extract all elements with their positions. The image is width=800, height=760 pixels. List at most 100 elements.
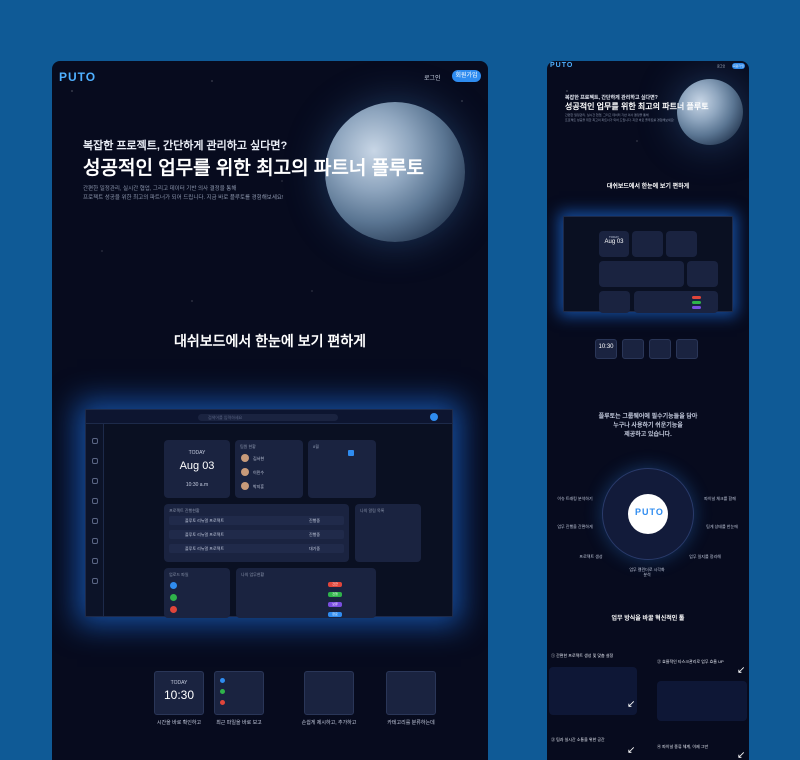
table-row[interactable]: 플루토 리뉴얼 프로젝트 진행중 — [169, 516, 344, 525]
files-title: 업로드 파일 — [169, 572, 189, 577]
wheel-label: 업무 일지를 정리해 — [689, 554, 721, 559]
feature-card-files[interactable] — [622, 339, 644, 359]
hero-description: 간편한 일정관리, 실시간 협업, 그리고 데이터 기반 의사 결정을 통해 프… — [565, 113, 674, 122]
login-link[interactable]: 로그인 — [717, 64, 725, 68]
word-file-icon — [170, 582, 177, 589]
today-card: TODAY Aug 03 — [599, 231, 629, 257]
dashboard-search-input[interactable]: 검색어를 입력하세요 — [198, 414, 338, 421]
today-date: Aug 03 — [179, 460, 215, 472]
members-card: 팀원 현황 김서현 이민수 박지훈 — [235, 440, 303, 498]
feature-card-time[interactable]: TODAY 10:30 — [154, 671, 204, 715]
feature-card-time[interactable]: 10:30 — [595, 339, 617, 359]
file-icon[interactable] — [92, 518, 98, 524]
projects-card: 프로젝트 진행현황 플루토 리뉴얼 프로젝트 진행중 플루토 리뉴얼 프로젝트 … — [164, 504, 349, 562]
calendar-selected-day[interactable] — [348, 450, 354, 456]
member-name: 김서현 — [253, 456, 265, 461]
today-time: 10:30 a.m — [185, 482, 209, 488]
mobile-intro: 플루토는 그룹웨어에 필수기능들을 담아 누구나 사용하기 쉬운기능을 제공하고… — [547, 413, 749, 440]
dashboard-mockup: 검색어를 입력하세요 TODAY Aug 03 10:30 a.m 팀원 현황 … — [85, 409, 453, 618]
intro-line1: 플루토는 그룹웨어에 필수기능들을 담아 — [598, 414, 698, 420]
feature-caption: 카테고리를 분류하는데 — [387, 720, 435, 726]
table-row[interactable]: 플루토 리뉴얼 프로젝트 진행중 — [169, 530, 344, 539]
settings-icon[interactable] — [92, 578, 98, 584]
chart-icon[interactable] — [92, 538, 98, 544]
arrow-down-left-icon: ↙ — [737, 665, 746, 676]
wheel-label: 팀게 상태를 한눈에 — [706, 524, 738, 529]
arrow-down-left-icon: ↙ — [737, 750, 746, 760]
wheel-label: 파이널 체크를 함께 — [704, 496, 736, 501]
signup-button[interactable]: 회원가입 — [452, 70, 481, 82]
feature-item-title: ② 효율적인 타스크관리로 업무 효율 UP — [657, 659, 724, 664]
mobile-preview: PUTO 로그인 회원가입 복잡한 프로젝트, 간단하게 관리하고 싶다면? 성… — [547, 61, 749, 760]
notice-card: 나의 알림 목록 — [355, 504, 421, 562]
feature-item-title: ① 간편한 프로젝트 생성 및 맞춤 설정 — [551, 653, 614, 658]
home-icon[interactable] — [92, 438, 98, 444]
tasks-card — [634, 291, 718, 313]
intro-line2: 누구나 사용하기 쉬운기능을 — [613, 423, 683, 429]
user-avatar[interactable] — [430, 413, 438, 421]
table-row[interactable]: 플루토 리뉴얼 프로젝트 대기중 — [169, 544, 344, 553]
feature-item-image — [657, 681, 747, 721]
calendar-icon[interactable] — [92, 478, 98, 484]
dashboard-sidebar — [86, 424, 104, 616]
login-link[interactable]: 로그인 — [424, 73, 441, 82]
task-tag — [692, 301, 701, 304]
hero-desc-line2: 프로젝트 성공을 위한 최고의 파트너가 되어 드립니다. 지금 바로 플루토를… — [83, 194, 284, 201]
arrow-down-left-icon: ↙ — [627, 699, 636, 710]
user-icon[interactable] — [92, 558, 98, 564]
avatar — [241, 454, 249, 462]
feature-caption: 손쉽게 제시하고, 추가하고 — [301, 720, 357, 726]
brand-logo[interactable]: PUTO — [59, 70, 96, 84]
task-tag — [692, 296, 701, 299]
hero-desc-line2: 프로젝트 성공을 위한 최고의 파트너가 되어 드립니다. 지금 바로 플루토를… — [565, 117, 675, 122]
members-title: 팀원 현황 — [240, 444, 256, 449]
project-name: 플루토 리뉴얼 프로젝트 — [185, 532, 225, 537]
thumb-time: 10:30 — [163, 688, 195, 702]
dashboard-topbar: 검색어를 입력하세요 — [86, 410, 452, 424]
task-tag — [692, 306, 701, 309]
tasks-title: 나의 업무현황 — [241, 572, 265, 577]
project-name: 플루토 리뉴얼 프로젝트 — [185, 546, 225, 551]
calendar-title: 8월 — [313, 444, 319, 449]
feature-caption: 최근 파일을 바로 보고 — [216, 720, 262, 726]
wheel-center: PUTO — [628, 494, 668, 534]
members-card — [632, 231, 663, 257]
signup-button[interactable]: 회원가입 — [732, 63, 745, 69]
feature-card-notice[interactable] — [649, 339, 671, 359]
feature-card-notice[interactable] — [304, 671, 354, 715]
dashboard-mockup: TODAY Aug 03 — [563, 216, 733, 313]
hero-subtitle: 복잡한 프로젝트, 간단하게 관리하고 싶다면? — [83, 140, 288, 152]
feature-caption: 시간을 바로 확인하고 — [156, 720, 202, 726]
chat-icon[interactable] — [92, 498, 98, 504]
feature-item-title: ③ 팀과 실시간 소통을 위한 공간 — [551, 737, 605, 742]
dashboard-section-title: 대쉬보드에서 한눈에 보기 편하게 — [174, 333, 366, 349]
project-status: 대기중 — [309, 546, 321, 551]
folder-icon[interactable] — [92, 458, 98, 464]
project-status: 진행중 — [309, 532, 321, 537]
wheel-label: 업무 캘린더로 시각화 분석 — [629, 567, 665, 578]
arrow-down-left-icon: ↙ — [627, 745, 636, 756]
feature-card-calendar[interactable] — [676, 339, 698, 359]
feature-card-calendar[interactable] — [386, 671, 436, 715]
excel-file-icon — [220, 689, 225, 694]
hero-description: 간편한 일정관리, 실시간 협업, 그리고 데이터 기반 의사 결정을 통해 프… — [83, 185, 284, 202]
hero-title: 성공적인 업무를 위한 최고의 파트너 플루토 — [83, 158, 425, 179]
pdf-file-icon — [220, 700, 225, 705]
today-label: TODAY — [188, 450, 206, 456]
excel-file-icon — [170, 594, 177, 601]
member-name: 이민수 — [253, 470, 265, 475]
feature-card-files[interactable] — [214, 671, 264, 715]
brand-logo[interactable]: PUTO — [550, 62, 573, 69]
word-file-icon — [220, 678, 225, 683]
task-tag: 진행 — [328, 592, 342, 597]
project-name: 플루토 리뉴얼 프로젝트 — [185, 518, 225, 523]
notice-card — [687, 261, 718, 287]
hero-desc-line1: 간편한 일정관리, 실시간 협업, 그리고 데이터 기반 의사 결정을 통해 — [83, 186, 237, 192]
task-tag: 긴급 — [328, 582, 342, 587]
dashboard-section-title: 대쉬보드에서 한눈에 보기 편하게 — [606, 184, 690, 190]
today-date: Aug 03 — [604, 239, 624, 245]
task-tag: 보류 — [328, 602, 342, 607]
projects-title: 프로젝트 진행현황 — [169, 508, 200, 513]
calendar-card — [666, 231, 697, 257]
files-card: 업로드 파일 — [164, 568, 230, 618]
